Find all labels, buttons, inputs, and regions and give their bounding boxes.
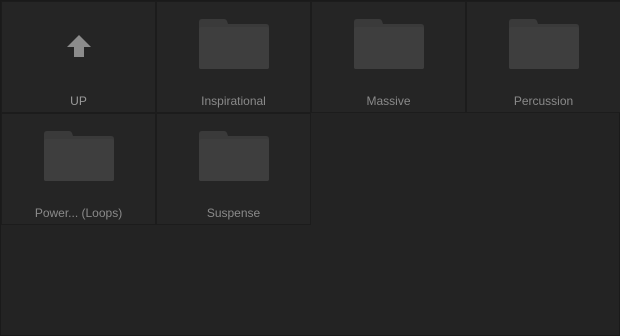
folder-percussion[interactable]: Percussion [466, 1, 620, 113]
folder-icon [508, 19, 579, 69]
folder-label: Power... (Loops) [34, 206, 123, 220]
folder-icon [353, 19, 424, 69]
up-arrow-icon [66, 35, 91, 57]
folder-massive[interactable]: Massive [311, 1, 466, 113]
up-label: UP [70, 94, 87, 108]
folder-icon [198, 19, 269, 69]
folder-label: Inspirational [201, 94, 266, 108]
folder-grid: UP Inspirational Massive Percussion Powe… [1, 1, 620, 225]
folder-icon [198, 131, 269, 181]
folder-label: Suspense [206, 206, 261, 220]
folder-power-loops[interactable]: Power... (Loops) [1, 113, 156, 225]
folder-suspense[interactable]: Suspense [156, 113, 311, 225]
folder-inspirational[interactable]: Inspirational [156, 1, 311, 113]
folder-label: Massive [366, 94, 411, 108]
folder-icon [43, 131, 114, 181]
folder-label: Percussion [513, 94, 574, 108]
file-browser: UP Inspirational Massive Percussion Powe… [0, 0, 620, 336]
up-button[interactable]: UP [1, 1, 156, 113]
